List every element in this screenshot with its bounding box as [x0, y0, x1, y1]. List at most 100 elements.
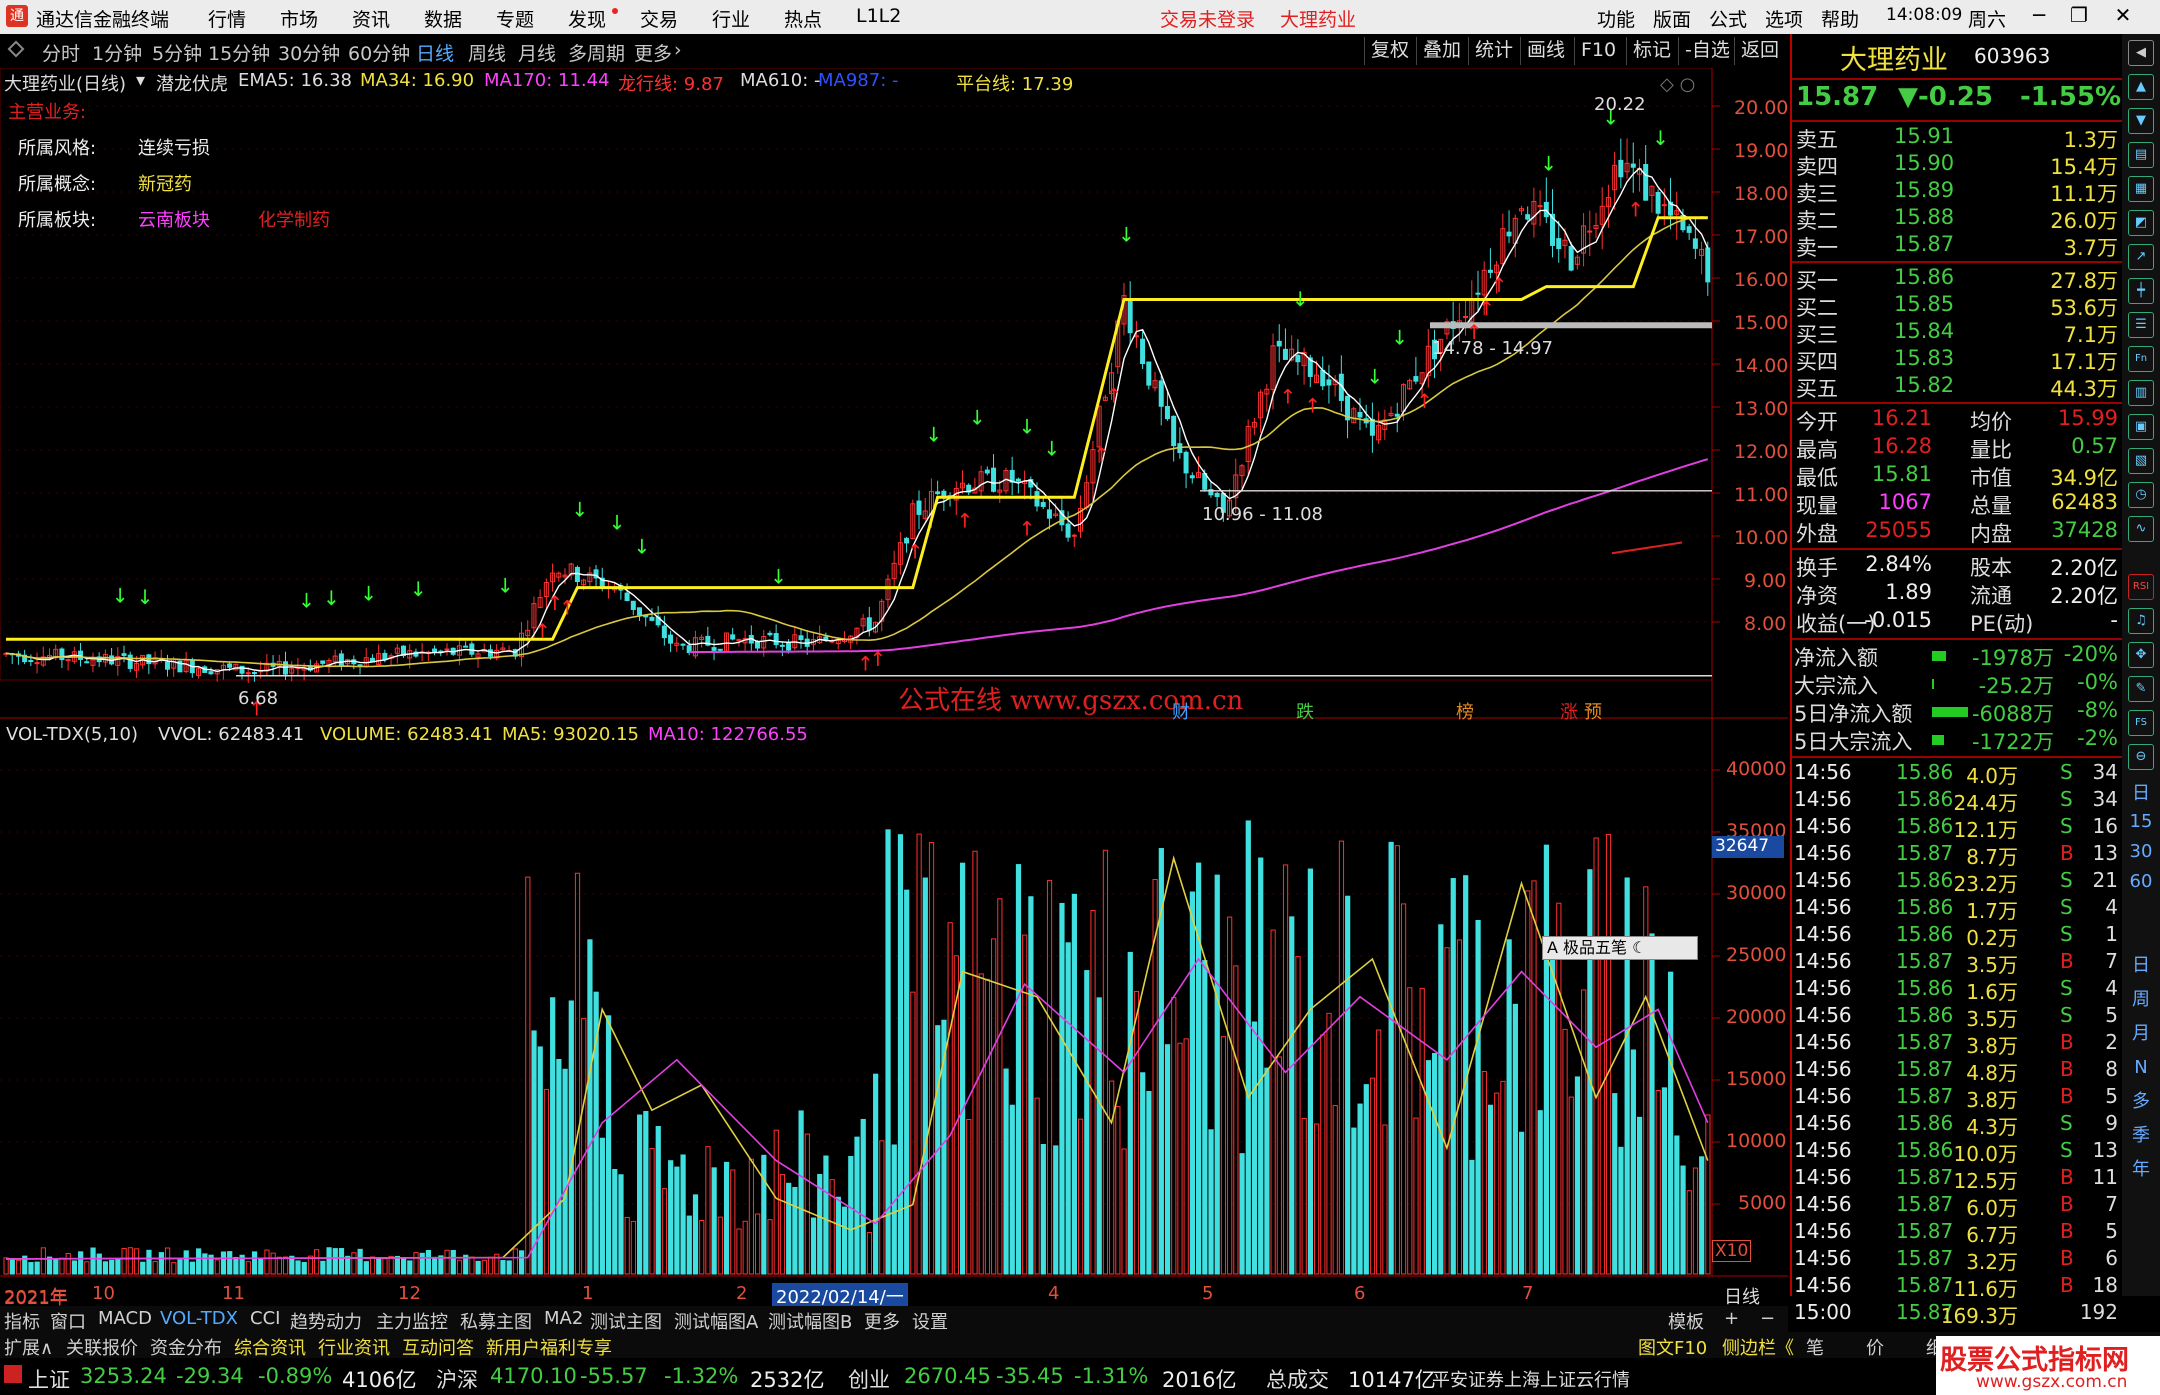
template-button[interactable]: 模板 [1668, 1308, 1704, 1334]
bid-row[interactable]: 买一 15.86 27.8万 [1792, 265, 2122, 293]
minimize-icon[interactable]: ─ [2022, 2, 2056, 30]
tick-row[interactable]: 14:56 15.87 3.2万 B 6 [1792, 1246, 2122, 1274]
tab-window[interactable]: 窗口 [50, 1308, 86, 1334]
ask-row[interactable]: 卖三 15.89 11.1万 [1792, 178, 2122, 206]
tool-remove-fav[interactable]: -自选 [1678, 37, 1736, 65]
period-week[interactable]: 周 [2128, 988, 2154, 1014]
cy-name[interactable]: 创业 [848, 1364, 890, 1394]
tick-row[interactable]: 14:56 15.87 11.6万 B 18 [1792, 1273, 2122, 1301]
table-icon[interactable]: ▦ [2128, 176, 2154, 202]
pen-icon[interactable]: ✎ [2128, 676, 2154, 702]
period-day[interactable]: 日 [2128, 954, 2154, 980]
tab-comprehensive-news[interactable]: 综合资讯 [234, 1334, 306, 1360]
tab-fund-distribution[interactable]: 资金分布 [150, 1334, 222, 1360]
menu-formula[interactable]: 公式 [1709, 5, 1747, 32]
menu-news[interactable]: 资讯 [352, 5, 390, 32]
period-multi[interactable]: 多周期 [568, 39, 625, 66]
tick-row[interactable]: 14:56 15.86 10.0万 S 13 [1792, 1138, 2122, 1166]
menu-options[interactable]: 选项 [1765, 5, 1803, 32]
period-tick[interactable]: 分时 [42, 39, 80, 66]
clock-icon[interactable]: ◷ [2128, 482, 2154, 508]
tab-test-main[interactable]: 测试主图 [590, 1308, 662, 1334]
kline-icon[interactable]: ┿ [2128, 278, 2154, 304]
fs-icon[interactable]: FS [2128, 710, 2154, 736]
period-5min[interactable]: 5分钟 [152, 39, 202, 66]
doc-icon[interactable]: ▣ [2128, 414, 2154, 440]
tab-macd[interactable]: MACD [98, 1308, 152, 1329]
tick-row[interactable]: 14:56 15.86 12.1万 S 16 [1792, 814, 2122, 842]
tab-vol-tdx[interactable]: VOL-TDX [160, 1308, 238, 1329]
tab-related-quotes[interactable]: 关联报价 [66, 1334, 138, 1360]
period-season[interactable]: 季 [2128, 1124, 2154, 1150]
tab-settings[interactable]: 设置 [912, 1308, 948, 1334]
bell-icon[interactable]: ♫ [2128, 608, 2154, 634]
ask-row[interactable]: 卖五 15.91 1.3万 [1792, 124, 2122, 152]
period-month[interactable]: 月 [2128, 1022, 2154, 1048]
tick-row[interactable]: 14:56 15.87 3.8万 B 2 [1792, 1030, 2122, 1058]
rsi-icon[interactable]: RSI [2128, 574, 2154, 600]
menu-quotes[interactable]: 行情 [208, 5, 246, 32]
move-icon[interactable]: ✥ [2128, 642, 2154, 668]
close-icon[interactable]: ✕ [2106, 2, 2140, 30]
hs-name[interactable]: 沪深 [436, 1364, 478, 1394]
remove-pane-icon[interactable]: − [1760, 1308, 1775, 1329]
tick-row[interactable]: 15:00 15.87 169.3万 192 [1792, 1300, 2122, 1328]
kline-chart-svg[interactable]: ↓ ↓ ↓ ↓ ↓ ↓ ↓↓↓↓↓↓↓ ↓↓↓↓↓↓↓↓↓↑↑↑↑↑↑↑↑ ↑↑↑ ↑ ↑ ↑↑↑↑↑ [0, 68, 1788, 1292]
tick-row[interactable]: 14:56 15.86 3.5万 S 5 [1792, 1003, 2122, 1031]
period-60min[interactable]: 60分钟 [348, 39, 410, 66]
chart-settings-icon[interactable]: ◇ ○ [1660, 74, 1695, 95]
event-drop[interactable]: 跌 [1296, 698, 1314, 724]
event-finance[interactable]: 财 [1172, 698, 1190, 724]
bid-row[interactable]: 买五 15.82 44.3万 [1792, 373, 2122, 401]
tool-draw[interactable]: 画线 [1520, 37, 1571, 65]
tick-row[interactable]: 14:56 15.86 0.2万 S 1 [1792, 922, 2122, 950]
tab-qa[interactable]: 互动问答 [402, 1334, 474, 1360]
period-60[interactable]: 60 [2128, 870, 2154, 896]
main-indicator-name[interactable]: 潜龙伏虎 [156, 70, 228, 96]
bid-row[interactable]: 买二 15.85 53.6万 [1792, 292, 2122, 320]
event-list[interactable]: 榜 [1456, 698, 1474, 724]
ask-row[interactable]: 卖二 15.88 26.0万 [1792, 205, 2122, 233]
tab-expand[interactable]: 扩展∧ [4, 1334, 53, 1360]
ask-row[interactable]: 卖一 15.87 3.7万 [1792, 232, 2122, 260]
add-pane-icon[interactable]: + [1724, 1308, 1739, 1329]
bid-row[interactable]: 买四 15.83 17.1万 [1792, 346, 2122, 374]
login-status[interactable]: 交易未登录 [1160, 5, 1255, 32]
period-30[interactable]: 30 [2128, 840, 2154, 866]
tool-overlay[interactable]: 叠加 [1416, 37, 1467, 65]
period-n[interactable]: N [2128, 1056, 2154, 1082]
menu-data[interactable]: 数据 [424, 5, 462, 32]
tab-more[interactable]: 更多 [864, 1308, 900, 1334]
tab-test-sub-b[interactable]: 测试幅图B [768, 1308, 852, 1334]
tab-sidebar[interactable]: 侧边栏《 [1722, 1334, 1794, 1360]
period-year[interactable]: 年 [2128, 1158, 2154, 1184]
tick-row[interactable]: 14:56 15.87 12.5万 B 11 [1792, 1165, 2122, 1193]
pulse-icon[interactable]: ∿ [2128, 516, 2154, 542]
period-1[interactable]: 日 [2128, 782, 2154, 808]
panel-tab-ticks[interactable]: 笔 [1806, 1334, 1824, 1360]
heat-icon[interactable]: ◩ [2128, 210, 2154, 236]
up-arrow-icon[interactable]: ▲ [2128, 74, 2154, 100]
restore-icon[interactable]: ❐ [2062, 2, 2096, 30]
menu-hot[interactable]: 热点 [784, 5, 822, 32]
ime-widget[interactable]: A 极品五笔 ☾ [1542, 936, 1698, 960]
tick-row[interactable]: 14:56 15.86 24.4万 S 34 [1792, 787, 2122, 815]
tab-indicator[interactable]: 指标 [4, 1308, 40, 1334]
period-multi[interactable]: 多 [2128, 1090, 2154, 1116]
period-monthly[interactable]: 月线 [518, 39, 556, 66]
menu-l1l2[interactable]: L1L2 [856, 5, 901, 27]
menu-market[interactable]: 市场 [280, 5, 318, 32]
tick-row[interactable]: 14:56 15.87 3.5万 B 7 [1792, 949, 2122, 977]
event-forecast[interactable]: 预 [1584, 698, 1602, 724]
tab-f10[interactable]: 图文F10 [1638, 1334, 1707, 1360]
chart-area[interactable]: ↓ ↓ ↓ ↓ ↓ ↓ ↓ ↓ ↓ ↓ ↓ ↓ ↓ ↓ ↓ ↓ ↓ ↓ ↓ ↓ ↓ ↓ ↑ ↑ ↑ ↑ ↑ ↑ ↑ ↑ ↑ ↑ ↑ ↑ ↑ ↑ ↑ ↑ ↑ ↑… [0, 68, 1788, 1309]
tick-row[interactable]: 14:56 15.87 6.0万 B 7 [1792, 1192, 2122, 1220]
collapse-arrow-icon[interactable]: ◀ [2128, 40, 2154, 66]
tick-row[interactable]: 14:56 15.87 3.8万 B 5 [1792, 1084, 2122, 1112]
menu-trade[interactable]: 交易 [640, 5, 678, 32]
menu-topics[interactable]: 专题 [496, 5, 534, 32]
tick-row[interactable]: 14:56 15.86 4.0万 S 34 [1792, 760, 2122, 788]
tick-row[interactable]: 14:56 15.86 23.2万 S 21 [1792, 868, 2122, 896]
panel-tab-price[interactable]: 价 [1866, 1334, 1884, 1360]
period-30min[interactable]: 30分钟 [278, 39, 340, 66]
